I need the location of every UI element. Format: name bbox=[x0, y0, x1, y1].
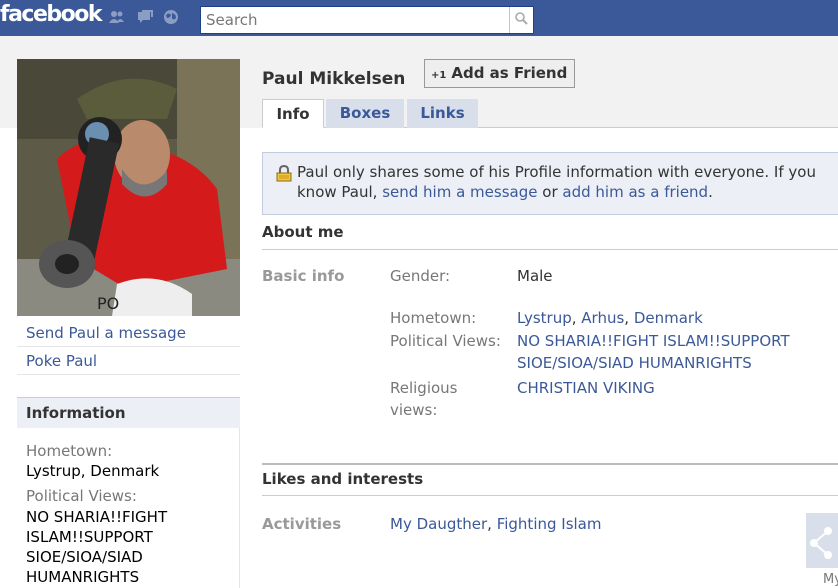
search-input[interactable] bbox=[201, 7, 509, 33]
political-views-line2[interactable]: SIOE/SIOA/SIAD HUMANRIGHTS bbox=[517, 352, 790, 374]
activities-label: Activities bbox=[262, 515, 342, 533]
religious-views-label-line1: Religious bbox=[390, 379, 458, 397]
poke-label[interactable]: Poke Paul bbox=[26, 352, 97, 370]
notifications-icon[interactable] bbox=[162, 9, 180, 25]
tab-info[interactable]: Info bbox=[262, 99, 324, 128]
religious-views-label-line2: views: bbox=[390, 401, 438, 419]
add-friend-icon: +1 bbox=[431, 70, 447, 81]
likes-divider bbox=[262, 495, 838, 496]
notice-text-or: or bbox=[542, 183, 558, 201]
information-box-body: Hometown: Lystrup, Denmark Political Vie… bbox=[17, 428, 240, 588]
send-message-link[interactable]: Send Paul a message bbox=[17, 319, 240, 347]
share-icon bbox=[810, 527, 832, 559]
activity-link-daughter[interactable]: My Daugther bbox=[390, 515, 487, 533]
religious-views-link[interactable]: CHRISTIAN VIKING bbox=[517, 379, 655, 397]
tab-links[interactable]: Links bbox=[407, 99, 478, 128]
privacy-notice: Paul only shares some of his Profile inf… bbox=[262, 152, 838, 215]
likes-top-divider bbox=[262, 463, 838, 465]
hometown-link-lystrup[interactable]: Lystrup bbox=[517, 309, 572, 327]
notice-add-friend-link[interactable]: add him as a friend bbox=[562, 183, 708, 201]
hometown-label: Hometown: bbox=[390, 309, 477, 327]
political-views-label: Political Views: bbox=[390, 332, 501, 350]
gender-label: Gender: bbox=[390, 267, 451, 285]
add-friend-button[interactable]: +1 Add as Friend bbox=[424, 59, 575, 88]
information-box-header: Information bbox=[17, 397, 240, 428]
send-message-label[interactable]: Send Paul a message bbox=[26, 324, 186, 342]
profile-picture[interactable]: PO bbox=[17, 59, 240, 316]
add-friend-label: Add as Friend bbox=[451, 64, 568, 82]
search-icon bbox=[515, 12, 528, 25]
messages-icon[interactable] bbox=[136, 9, 154, 25]
hometown-link-denmark[interactable]: Denmark bbox=[634, 309, 703, 327]
likes-heading: Likes and interests bbox=[262, 470, 424, 488]
profile-photo-image: PO bbox=[17, 59, 240, 316]
political-views-value: NO SHARIA!!FIGHT ISLAM!!SUPPORT SIOE/SIO… bbox=[517, 330, 790, 374]
tab-boxes[interactable]: Boxes bbox=[326, 99, 404, 128]
poke-link[interactable]: Poke Paul bbox=[17, 347, 240, 375]
info-political-value: NO SHARIA!!FIGHT ISLAM!!SUPPORT SIOE/SIO… bbox=[26, 508, 168, 586]
activity-link-fighting-islam[interactable]: Fighting Islam bbox=[497, 515, 602, 533]
profile-name: Paul Mikkelsen bbox=[262, 69, 406, 89]
political-views-line1[interactable]: NO SHARIA!!FIGHT ISLAM!!SUPPORT bbox=[517, 330, 790, 352]
facebook-logo[interactable]: facebook bbox=[0, 2, 103, 27]
side-widget-label: My bbox=[823, 572, 838, 587]
info-hometown-value: Lystrup, Denmark bbox=[26, 462, 160, 480]
photo-shirt-text: PO bbox=[97, 294, 119, 313]
basic-info-label: Basic info bbox=[262, 267, 345, 285]
lock-icon bbox=[276, 165, 292, 182]
hometown-value: Lystrup, Arhus, Denmark bbox=[517, 309, 703, 327]
about-me-divider bbox=[262, 249, 838, 250]
info-hometown-label: Hometown: bbox=[26, 442, 113, 460]
activities-value: My Daugther, Fighting Islam bbox=[390, 515, 602, 533]
side-widget[interactable] bbox=[806, 513, 838, 568]
top-navigation-bar: facebook bbox=[0, 0, 838, 36]
hometown-link-arhus[interactable]: Arhus bbox=[581, 309, 624, 327]
gender-value: Male bbox=[517, 267, 553, 285]
notice-send-message-link[interactable]: send him a message bbox=[382, 183, 537, 201]
about-me-heading: About me bbox=[262, 223, 344, 241]
notice-text-end: . bbox=[708, 183, 713, 201]
friend-requests-icon[interactable] bbox=[108, 9, 126, 25]
search-button[interactable] bbox=[509, 7, 533, 33]
search-box bbox=[200, 6, 534, 34]
religious-views-label: Religious views: bbox=[390, 377, 458, 421]
info-political-label: Political Views: bbox=[26, 487, 137, 505]
religious-views-value: CHRISTIAN VIKING bbox=[517, 377, 655, 399]
profile-tabs: Info Boxes Links bbox=[262, 99, 838, 128]
